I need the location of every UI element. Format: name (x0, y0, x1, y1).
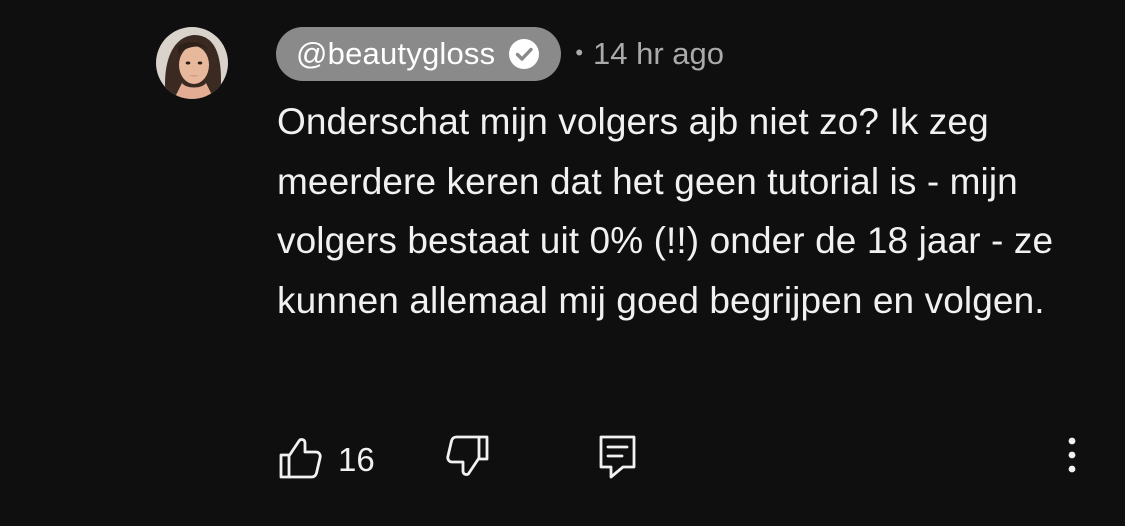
avatar[interactable] (156, 27, 228, 99)
check-circle-icon (507, 37, 541, 71)
profile-photo (156, 27, 228, 99)
comment-meta: • 14 hr ago (575, 36, 724, 72)
vertical-ellipsis-icon (1067, 435, 1077, 480)
timestamp: 14 hr ago (593, 36, 725, 71)
author-handle[interactable]: @beautygloss (296, 36, 495, 72)
reply-button[interactable] (597, 433, 639, 486)
like-count: 16 (338, 440, 375, 478)
comment-icon (597, 435, 639, 485)
thumbs-down-icon (445, 435, 491, 485)
comment-actions: 16 (277, 433, 1087, 481)
meta-separator: • (575, 40, 584, 65)
comment-thread: @beautygloss • 14 hr ago Onderschat mijn… (0, 0, 1125, 526)
comment-header: @beautygloss • 14 hr ago (276, 27, 724, 81)
like-button[interactable]: 16 (277, 433, 375, 486)
comment-text: Onderschat mijn volgers ajb niet zo? Ik … (277, 101, 1054, 321)
thumbs-up-icon (277, 433, 323, 486)
dislike-button[interactable] (445, 433, 491, 486)
author-handle-chip[interactable]: @beautygloss (276, 27, 562, 81)
more-options-button[interactable] (1057, 435, 1087, 479)
